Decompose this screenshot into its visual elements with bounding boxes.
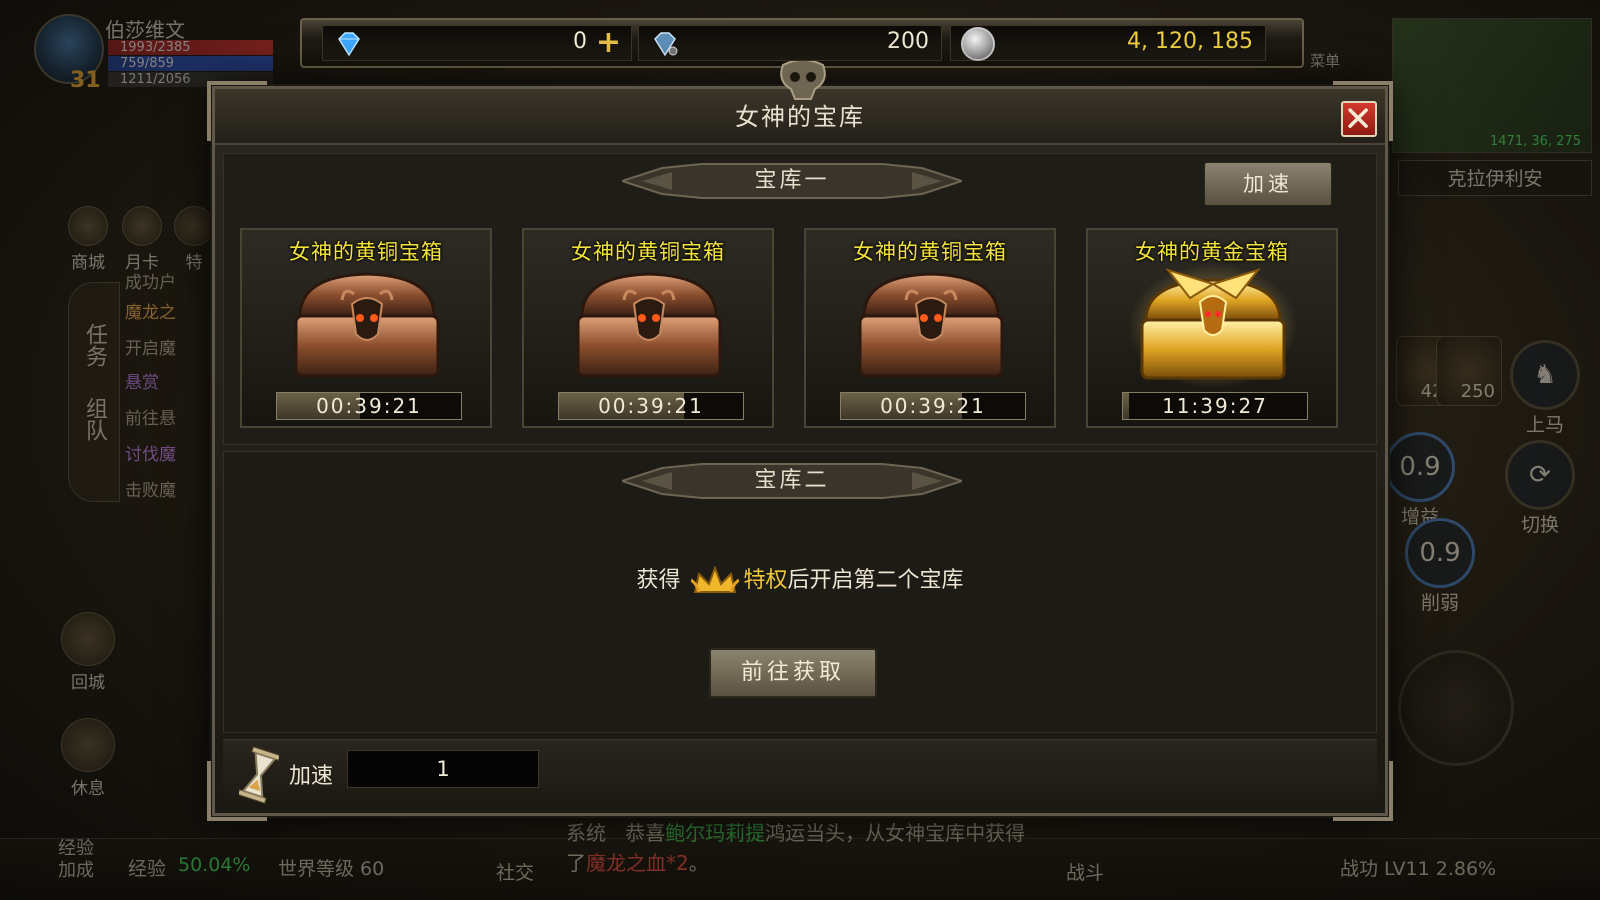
task-line[interactable]: 前往悬 xyxy=(125,404,176,429)
chest-timer: 00:39:21 xyxy=(276,392,462,420)
switch-icon: ⟳ xyxy=(1505,440,1575,510)
chest-timer: 00:39:21 xyxy=(840,392,1026,420)
social-button[interactable]: 社交 xyxy=(496,858,534,885)
chat-channel: 系统 xyxy=(566,821,606,845)
battle-button[interactable]: 战斗 xyxy=(1066,858,1104,885)
return-city-button[interactable]: 回城 xyxy=(58,612,118,693)
chest-name: 女神的黄铜宝箱 xyxy=(289,240,443,264)
dialog-header: 女神的宝库 xyxy=(215,61,1385,145)
chest-card-3[interactable]: 女神的黄铜宝箱 00:39:21 xyxy=(804,228,1056,428)
bound-diamond-amount: 200 xyxy=(887,29,929,54)
speed-up-button[interactable]: 加速 xyxy=(1204,162,1332,206)
task-line[interactable]: 成功户 xyxy=(125,268,176,293)
player-level: 31 xyxy=(70,68,101,93)
weaken-button[interactable]: 0.9 削弱 xyxy=(1400,518,1480,615)
monthly-card-button[interactable]: 月卡 xyxy=(116,206,168,273)
dialog-title: 女神的宝库 xyxy=(735,103,865,131)
gain-button[interactable]: 0.9 增益 xyxy=(1380,432,1460,529)
hp-bar: 1993/2385 xyxy=(108,40,273,55)
map-name: 克拉伊利安 xyxy=(1398,160,1592,196)
bound-diamond-icon xyxy=(654,32,678,57)
diamond-currency: 0 + xyxy=(322,25,632,61)
bronze-chest-icon xyxy=(294,272,440,378)
vault-two-section: 宝库二 获得 特权后开启第二个宝库 前往获取 xyxy=(223,451,1377,733)
privilege-highlight: 特权 xyxy=(743,568,788,593)
task-line[interactable]: 魔龙之 xyxy=(125,298,176,323)
frame-corner xyxy=(1333,81,1393,141)
rest-button[interactable]: 休息 xyxy=(58,718,118,799)
exp-percent: 50.04% xyxy=(178,854,251,876)
return-city-icon xyxy=(61,612,115,666)
player-name: 伯莎维文 xyxy=(105,18,185,42)
diamond-icon xyxy=(338,32,360,57)
goddess-vault-dialog: 女神的宝库 宝库一 加速 女神的黄铜宝箱 00:39:21 女神的黄铜宝箱 00… xyxy=(207,61,1393,821)
privilege-requirement-text: 获得 特权后开启第二个宝库 xyxy=(224,562,1376,596)
silver-currency: 4, 120, 185 xyxy=(950,25,1266,61)
task-line[interactable]: 悬赏 xyxy=(125,368,159,393)
speed-item-count[interactable]: 1 xyxy=(347,750,539,788)
chest-card-4[interactable]: 女神的黄金宝箱 11:39:27 xyxy=(1086,228,1338,428)
mp-bar: 759/859 xyxy=(108,56,273,71)
horse-icon: ♞ xyxy=(1510,340,1580,410)
task-line[interactable]: 开启魔 xyxy=(125,334,176,359)
speed-up-footer: 加速 1 xyxy=(223,739,1377,809)
tab-tasks[interactable]: 任务 xyxy=(81,323,107,367)
tab-team[interactable]: 组队 xyxy=(81,397,107,441)
chest-name: 女神的黄金宝箱 xyxy=(1135,240,1289,264)
system-chat[interactable]: 系统 恭喜鲍尔玛莉提鸿运当头，从女神宝库中获得了魔龙之血*2。 xyxy=(566,818,1036,878)
menu-button[interactable]: 菜单 xyxy=(1310,50,1340,71)
frame-corner xyxy=(207,81,267,141)
skill-slot[interactable]: 250 xyxy=(1436,336,1502,406)
add-diamond-icon[interactable]: + xyxy=(596,28,621,58)
monthly-card-icon xyxy=(122,206,162,246)
attack-joystick[interactable] xyxy=(1398,650,1514,766)
chest-timer: 00:39:21 xyxy=(558,392,744,420)
mount-button[interactable]: ♞ 上马 xyxy=(1510,340,1580,437)
world-level: 世界等级 60 xyxy=(278,858,385,880)
exp-label: 经验 xyxy=(128,858,167,880)
rest-icon xyxy=(61,718,115,772)
task-line[interactable]: 击败魔 xyxy=(125,476,176,501)
exp-bonus-label: 经验加成 xyxy=(58,838,94,881)
chest-name: 女神的黄铜宝箱 xyxy=(571,240,725,264)
shop-button[interactable]: 商城 xyxy=(62,206,114,273)
privilege-shortcut-icon xyxy=(174,206,214,246)
frame-corner xyxy=(207,761,267,821)
chest-name: 女神的黄铜宝箱 xyxy=(853,240,1007,264)
chest-timer: 11:39:27 xyxy=(1122,392,1308,420)
vault-two-banner: 宝库二 xyxy=(618,458,966,504)
frame-corner xyxy=(1333,761,1393,821)
chest-card-2[interactable]: 女神的黄铜宝箱 00:39:21 xyxy=(522,228,774,428)
battle-merit: 战功 LV11 2.86% xyxy=(1340,858,1497,880)
vault-two-label: 宝库二 xyxy=(754,468,830,493)
chat-player-name[interactable]: 鲍尔玛莉提 xyxy=(665,821,765,845)
chat-item-link[interactable]: 魔龙之血*2 xyxy=(586,851,689,875)
vault-one-section: 宝库一 加速 女神的黄铜宝箱 00:39:21 女神的黄铜宝箱 00:39:21… xyxy=(223,153,1377,445)
bound-diamond-currency: 200 xyxy=(638,25,942,61)
chest-card-1[interactable]: 女神的黄铜宝箱 00:39:21 xyxy=(240,228,492,428)
diamond-amount: 0 xyxy=(573,29,587,54)
task-team-tabs[interactable]: 任务 组队 xyxy=(68,282,120,502)
switch-button[interactable]: ⟳ 切换 xyxy=(1500,440,1580,537)
gold-chest-icon xyxy=(1128,264,1298,388)
shop-icon xyxy=(68,206,108,246)
task-line[interactable]: 讨伐魔 xyxy=(125,440,176,465)
bronze-chest-icon xyxy=(576,272,722,378)
bronze-chest-icon xyxy=(858,272,1004,378)
go-obtain-button[interactable]: 前往获取 xyxy=(709,648,877,698)
vault-one-label: 宝库一 xyxy=(754,168,830,193)
silver-amount: 4, 120, 185 xyxy=(1127,29,1253,54)
vault-one-banner: 宝库一 xyxy=(618,158,966,204)
chat-prefix: 恭喜 xyxy=(625,821,666,845)
map-coordinates: 1471, 36, 275 xyxy=(1490,134,1581,149)
crown-icon xyxy=(691,566,740,593)
minimap[interactable] xyxy=(1392,18,1592,153)
speed-up-label: 加速 xyxy=(289,764,334,789)
silver-coin-icon xyxy=(961,27,995,61)
